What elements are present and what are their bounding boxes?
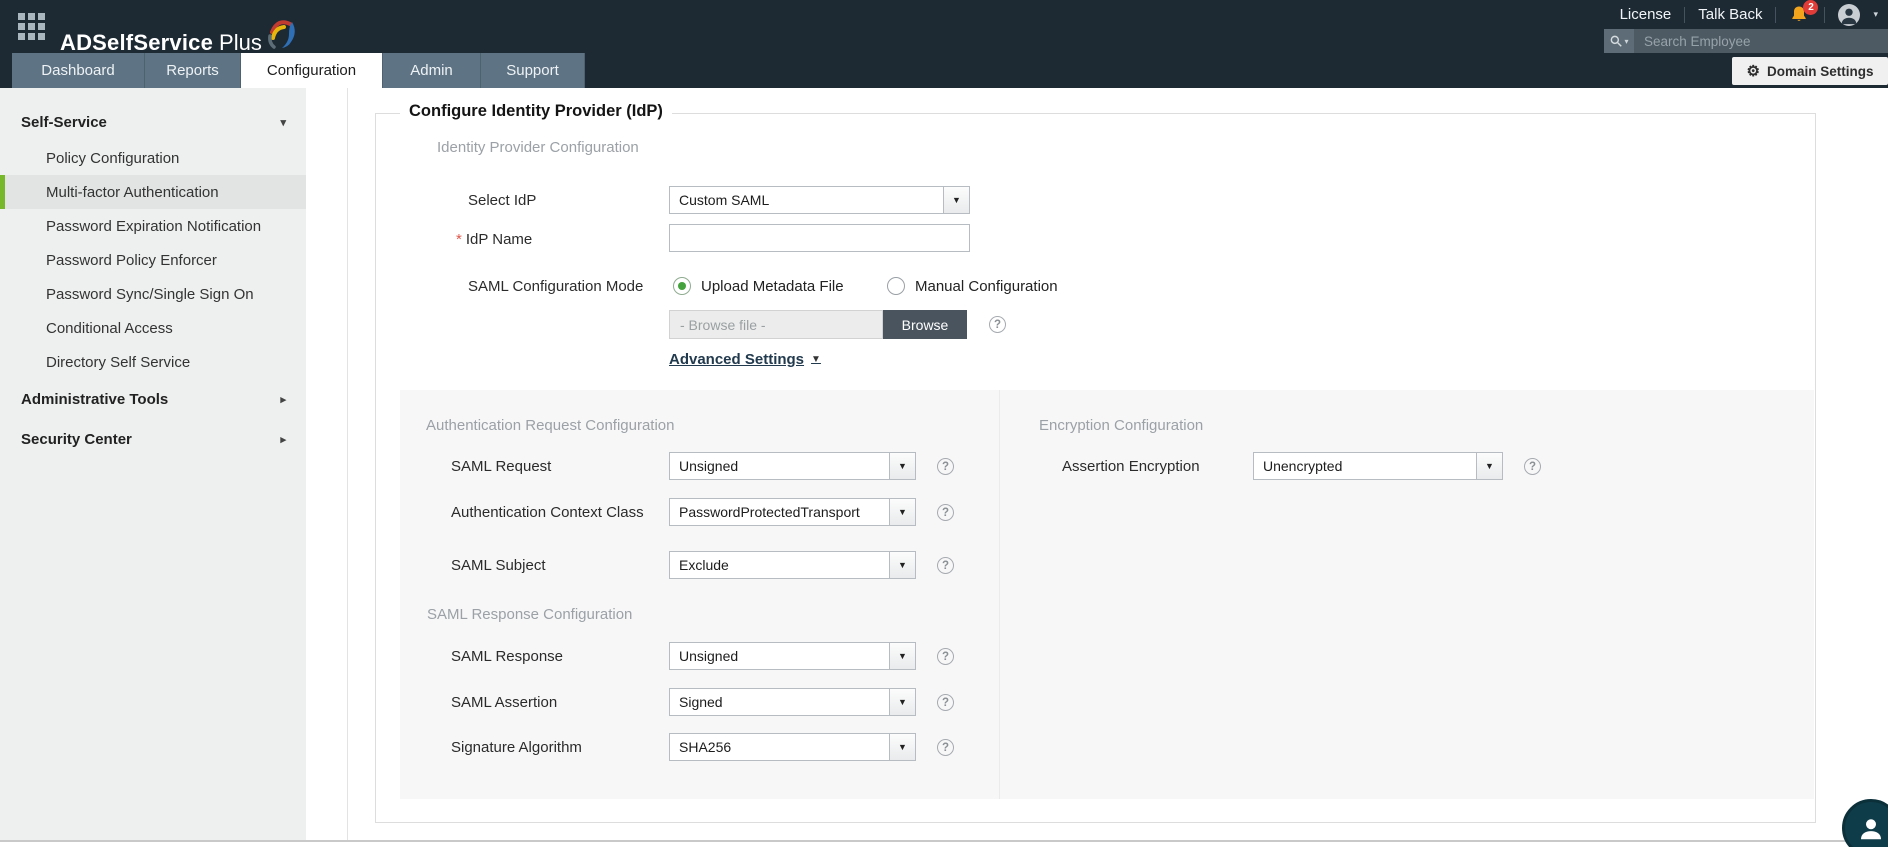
panel-divider [999,390,1000,799]
sidebar-section-administrative-tools[interactable]: Administrative Tools ▸ [0,379,306,419]
configure-idp-card: Configure Identity Provider (IdP) Identi… [375,113,1816,823]
tab-reports[interactable]: Reports [145,53,241,88]
required-mark: * [456,231,462,248]
saml-subject-help-icon[interactable]: ? [937,557,954,574]
domain-settings-button[interactable]: ⚙ Domain Settings [1732,57,1888,85]
saml-request-help-icon[interactable]: ? [937,458,954,475]
tab-admin[interactable]: Admin [383,53,481,88]
saml-response-dropdown[interactable]: Unsigned ▼ [669,642,916,670]
divider [1824,7,1825,23]
sidebar-item-policy-configuration[interactable]: Policy Configuration [0,141,306,175]
saml-response-help-icon[interactable]: ? [937,648,954,665]
saml-request-dropdown[interactable]: Unsigned ▼ [669,452,916,480]
sidebar-item-password-expiration-notification[interactable]: Password Expiration Notification [0,209,306,243]
encryption-section-title: Encryption Configuration [1039,417,1203,434]
assertion-encryption-dropdown[interactable]: Unencrypted ▼ [1253,452,1503,480]
tab-support[interactable]: Support [481,53,585,88]
saml-response-label: SAML Response [451,648,563,665]
sidebar: Self-Service ▾ Policy Configuration Mult… [0,88,306,841]
chevron-down-icon: ▾ [280,116,286,129]
chevron-down-icon: ▼ [889,643,915,669]
divider [1684,7,1685,23]
tab-dashboard[interactable]: Dashboard [12,53,145,88]
saml-assertion-label: SAML Assertion [451,694,557,711]
chat-support-icon[interactable] [1842,799,1888,847]
chevron-down-icon: ▼ [889,499,915,525]
user-avatar-icon[interactable] [1838,4,1860,26]
chevron-down-icon: ▼ [811,354,821,365]
adselfservice-plus-app: ADSelfService Plus License Talk Back 2 ▾ [0,0,1888,847]
license-link[interactable]: License [1620,6,1672,23]
chevron-down-icon: ▼ [889,552,915,578]
idp-name-input[interactable] [669,224,970,252]
metadata-help-icon[interactable]: ? [989,316,1006,333]
sidebar-item-password-sync-single-sign-on[interactable]: Password Sync/Single Sign On [0,277,306,311]
auth-request-section-title: Authentication Request Configuration [426,417,675,434]
saml-response-section-title: SAML Response Configuration [427,606,632,623]
page-title: Configure Identity Provider (IdP) [400,102,672,121]
manual-configuration-radio-label[interactable]: Manual Configuration [915,278,1058,295]
saml-subject-dropdown[interactable]: Exclude ▼ [669,551,916,579]
search-input[interactable] [1634,29,1888,53]
select-idp-dropdown[interactable]: Custom SAML ▼ [669,186,970,214]
chevron-down-icon: ▼ [943,187,969,213]
assertion-encryption-help-icon[interactable]: ? [1524,458,1541,475]
idp-name-label: *IdP Name [456,231,532,248]
chevron-down-icon: ▼ [889,734,915,760]
main-nav: Dashboard Reports Configuration Admin Su… [0,53,1888,88]
authentication-context-class-help-icon[interactable]: ? [937,504,954,521]
sidebar-item-conditional-access[interactable]: Conditional Access [0,311,306,345]
chevron-down-icon: ▼ [889,453,915,479]
employee-search: ▾ [1604,29,1888,53]
metadata-file-input[interactable]: - Browse file - [669,310,883,339]
authentication-context-class-dropdown[interactable]: PasswordProtectedTransport ▼ [669,498,916,526]
chevron-right-icon: ▸ [280,433,286,446]
signature-algorithm-dropdown[interactable]: SHA256 ▼ [669,733,916,761]
notification-bell-icon[interactable]: 2 [1789,4,1811,26]
topbar-actions: License Talk Back 2 ▾ [1620,0,1878,29]
page-bottom-divider [0,840,1888,842]
sidebar-item-directory-self-service[interactable]: Directory Self Service [0,345,306,379]
apps-grid-icon[interactable] [18,13,45,40]
signature-algorithm-label: Signature Algorithm [451,739,582,756]
gear-icon: ⚙ [1747,62,1760,80]
content-divider [347,88,348,840]
chevron-down-icon: ▼ [1476,453,1502,479]
app-logo: ADSelfService Plus [60,10,302,56]
sidebar-section-security-center[interactable]: Security Center ▸ [0,419,306,459]
signature-algorithm-help-icon[interactable]: ? [937,739,954,756]
advanced-settings-panel: Authentication Request Configuration SAM… [400,390,1814,799]
sidebar-section-self-service[interactable]: Self-Service ▾ [0,104,306,141]
sidebar-item-multi-factor-authentication[interactable]: Multi-factor Authentication [0,175,306,209]
saml-assertion-help-icon[interactable]: ? [937,694,954,711]
tab-configuration[interactable]: Configuration [241,53,383,88]
manual-configuration-radio[interactable] [887,277,905,295]
authentication-context-class-label: Authentication Context Class [451,504,644,521]
logo-swoosh-icon [258,16,298,56]
top-bar: ADSelfService Plus License Talk Back 2 ▾ [0,0,1888,53]
assertion-encryption-label: Assertion Encryption [1062,458,1200,475]
notification-count-badge: 2 [1803,0,1818,15]
divider [1775,7,1776,23]
browse-button[interactable]: Browse [883,310,967,339]
chevron-right-icon: ▸ [280,393,286,406]
search-icon[interactable]: ▾ [1604,29,1634,53]
talk-back-link[interactable]: Talk Back [1698,6,1762,23]
saml-configuration-mode-label: SAML Configuration Mode [468,278,643,295]
idp-configuration-section-title: Identity Provider Configuration [437,139,639,156]
sidebar-item-password-policy-enforcer[interactable]: Password Policy Enforcer [0,243,306,277]
upload-metadata-file-radio[interactable] [673,277,691,295]
chevron-down-icon: ▼ [889,689,915,715]
user-menu-caret-icon[interactable]: ▾ [1873,9,1878,20]
saml-request-label: SAML Request [451,458,551,475]
saml-subject-label: SAML Subject [451,557,546,574]
upload-metadata-file-radio-label[interactable]: Upload Metadata File [701,278,844,295]
select-idp-label: Select IdP [468,192,536,209]
saml-assertion-dropdown[interactable]: Signed ▼ [669,688,916,716]
domain-settings-label: Domain Settings [1767,64,1874,79]
advanced-settings-link[interactable]: Advanced Settings ▼ [669,351,821,368]
